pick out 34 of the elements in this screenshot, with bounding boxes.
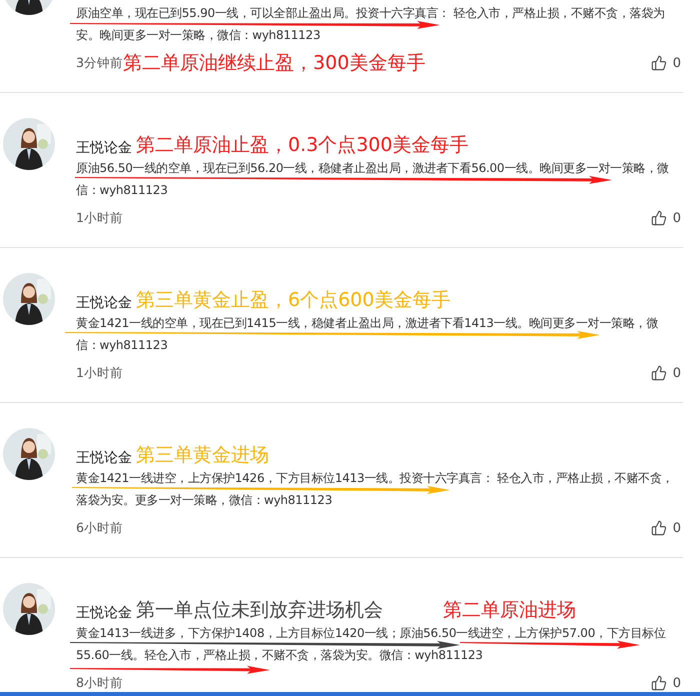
post-time: 6小时前 <box>76 520 124 536</box>
avatar <box>3 273 55 325</box>
post-text: 黄金1421一线进空，上方保护1426，下方目标位1413一线。投资十六字真言： 轻仓入市，严格止损，不赌不贪，落袋为安。更多一对一策略，微信：wyh811123 <box>76 470 674 509</box>
author-name[interactable]: 王悦论金 <box>76 449 132 467</box>
like-count: 0 <box>672 366 681 380</box>
post-text: 黄金1421一线的空单，现在已到1415一线，稳健者止盈出局，激进者下看1413一线。晚间更多一对一策略，微信：wyh811123 <box>76 315 660 354</box>
post-time: 1小时前 <box>76 364 124 382</box>
author-name[interactable]: 王悦论金 <box>76 604 132 622</box>
like-icon[interactable] <box>650 675 667 691</box>
post-text: 原油空单，现在已到55.90一线，可以全部止盈出局。投资十六字真言： 轻仓入市，严格止损，不赌不贪，落袋为安。晚间更多一对一策略，微信：wyh811123 <box>76 5 666 44</box>
like-count: 0 <box>672 210 681 226</box>
annotation-text: 第二单原油止盈，0.3个点300美金每手 <box>136 133 468 157</box>
post-time: 1小时前 <box>76 210 124 226</box>
like-count: 0 <box>672 520 681 536</box>
like-icon[interactable] <box>650 55 667 71</box>
post-text: 黄金1413一线进多，下方保护1408，上方目标位1420一线；原油56.50一线进空，上方保护57.00，下方目标位55.60一线。轻仓入市，严格止损，不赌不贪，落袋为安。微信：wyh811123 <box>76 625 667 664</box>
author-name[interactable]: 王悦论金 <box>76 139 132 157</box>
like-icon[interactable] <box>650 210 667 226</box>
annotation-text: 第三单黄金进场 <box>136 443 269 467</box>
author-name[interactable]: 王悦论金 <box>76 294 132 312</box>
like-icon[interactable] <box>650 520 667 536</box>
annotation-text: 第二单原油继续止盈，300美金每手 <box>123 51 426 75</box>
annotation-text: 第三单黄金止盈，6个点600美金每手 <box>136 288 450 312</box>
avatar <box>3 428 55 480</box>
annotation-text: 第二单原油进场 <box>443 598 576 622</box>
like-icon[interactable] <box>650 365 667 381</box>
annotation-text: 第一单点位未到放弃进场机会 <box>136 598 383 622</box>
avatar <box>3 118 55 170</box>
post-text: 原油56.50一线的空单，现在已到56.20一线，稳健者止盈出局，激进者下看56.00一线。晚间更多一对一策略，微信：wyh811123 <box>76 160 670 199</box>
post-time: 8小时前 <box>76 674 124 692</box>
avatar <box>3 583 55 635</box>
like-count: 0 <box>672 56 681 70</box>
like-count: 0 <box>672 676 681 690</box>
post-time: 3分钟前 <box>76 54 124 72</box>
